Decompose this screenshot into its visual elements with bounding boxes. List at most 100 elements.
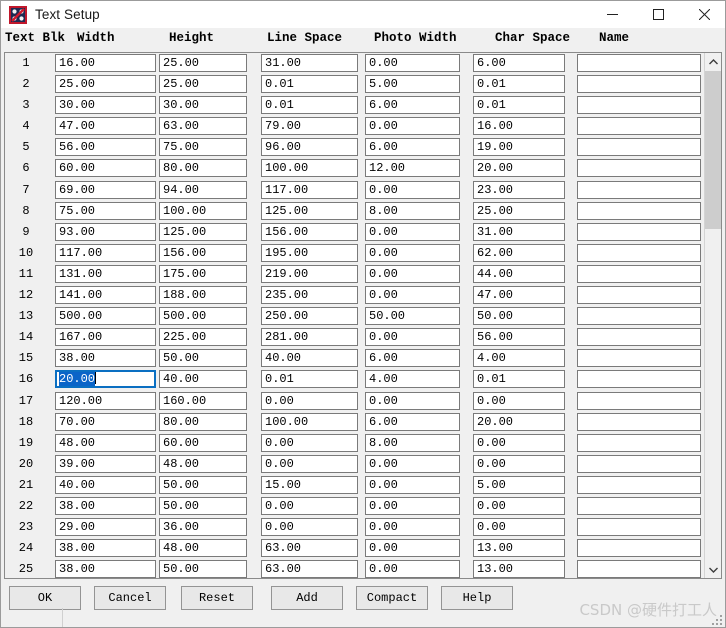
cell-width-row-3[interactable]: 30.00 — [55, 96, 156, 115]
cell-line-space-row-21[interactable]: 15.00 — [261, 475, 358, 494]
cell-line-space-row-10[interactable]: 195.00 — [261, 243, 358, 262]
cell-line-space-row-23[interactable]: 0.00 — [261, 518, 358, 537]
cell-width-row-21[interactable]: 40.00 — [55, 475, 156, 494]
cell-photo-width-row-5[interactable]: 6.00 — [365, 138, 460, 157]
cell-name-row-4[interactable] — [577, 117, 701, 136]
minimize-button[interactable] — [589, 1, 635, 28]
cancel-button[interactable]: Cancel — [94, 586, 166, 610]
cell-height-row-17[interactable]: 160.00 — [159, 391, 247, 410]
cell-char-space-row-19[interactable]: 0.00 — [473, 433, 565, 452]
cell-name-row-10[interactable] — [577, 243, 701, 262]
cell-photo-width-row-19[interactable]: 8.00 — [365, 433, 460, 452]
cell-char-space-row-7[interactable]: 23.00 — [473, 180, 565, 199]
cell-width-row-14[interactable]: 167.00 — [55, 328, 156, 347]
cell-photo-width-row-15[interactable]: 6.00 — [365, 349, 460, 368]
cell-line-space-row-3[interactable]: 0.01 — [261, 96, 358, 115]
cell-height-row-5[interactable]: 75.00 — [159, 138, 247, 157]
cell-photo-width-row-11[interactable]: 0.00 — [365, 264, 460, 283]
cell-photo-width-row-22[interactable]: 0.00 — [365, 496, 460, 515]
cell-line-space-row-18[interactable]: 100.00 — [261, 412, 358, 431]
cell-width-row-15[interactable]: 38.00 — [55, 349, 156, 368]
scrollbar-thumb[interactable] — [705, 71, 721, 229]
add-button[interactable]: Add — [271, 586, 343, 610]
cell-char-space-row-5[interactable]: 19.00 — [473, 138, 565, 157]
cell-line-space-row-19[interactable]: 0.00 — [261, 433, 358, 452]
close-button[interactable] — [681, 1, 725, 28]
cell-name-row-3[interactable] — [577, 96, 701, 115]
cell-height-row-10[interactable]: 156.00 — [159, 243, 247, 262]
maximize-button[interactable] — [635, 1, 681, 28]
cell-photo-width-row-9[interactable]: 0.00 — [365, 222, 460, 241]
cell-photo-width-row-18[interactable]: 6.00 — [365, 412, 460, 431]
cell-char-space-row-15[interactable]: 4.00 — [473, 349, 565, 368]
compact-button[interactable]: Compact — [356, 586, 428, 610]
cell-height-row-6[interactable]: 80.00 — [159, 159, 247, 178]
cell-line-space-row-1[interactable]: 31.00 — [261, 54, 358, 72]
cell-photo-width-row-1[interactable]: 0.00 — [365, 54, 460, 72]
cell-photo-width-row-16[interactable]: 4.00 — [365, 370, 460, 389]
cell-height-row-14[interactable]: 225.00 — [159, 328, 247, 347]
cell-width-row-10[interactable]: 117.00 — [55, 243, 156, 262]
cell-photo-width-row-4[interactable]: 0.00 — [365, 117, 460, 136]
reset-button[interactable]: Reset — [181, 586, 253, 610]
cell-char-space-row-24[interactable]: 13.00 — [473, 539, 565, 558]
cell-name-row-7[interactable] — [577, 180, 701, 199]
cell-line-space-row-8[interactable]: 125.00 — [261, 201, 358, 220]
cell-photo-width-row-8[interactable]: 8.00 — [365, 201, 460, 220]
cell-photo-width-row-20[interactable]: 0.00 — [365, 454, 460, 473]
cell-width-row-24[interactable]: 38.00 — [55, 539, 156, 558]
cell-name-row-20[interactable] — [577, 454, 701, 473]
cell-photo-width-row-21[interactable]: 0.00 — [365, 475, 460, 494]
cell-width-row-22[interactable]: 38.00 — [55, 496, 156, 515]
cell-photo-width-row-14[interactable]: 0.00 — [365, 328, 460, 347]
cell-line-space-row-11[interactable]: 219.00 — [261, 264, 358, 283]
cell-name-row-17[interactable] — [577, 391, 701, 410]
help-button[interactable]: Help — [441, 586, 513, 610]
cell-name-row-11[interactable] — [577, 264, 701, 283]
cell-photo-width-row-13[interactable]: 50.00 — [365, 307, 460, 326]
cell-photo-width-row-23[interactable]: 0.00 — [365, 518, 460, 537]
cell-width-row-9[interactable]: 93.00 — [55, 222, 156, 241]
cell-line-space-row-25[interactable]: 63.00 — [261, 560, 358, 578]
cell-char-space-row-2[interactable]: 0.01 — [473, 75, 565, 94]
cell-line-space-row-15[interactable]: 40.00 — [261, 349, 358, 368]
cell-height-row-3[interactable]: 30.00 — [159, 96, 247, 115]
cell-name-row-22[interactable] — [577, 496, 701, 515]
cell-char-space-row-14[interactable]: 56.00 — [473, 328, 565, 347]
cell-name-row-12[interactable] — [577, 286, 701, 305]
cell-name-row-14[interactable] — [577, 328, 701, 347]
cell-char-space-row-25[interactable]: 13.00 — [473, 560, 565, 578]
cell-char-space-row-16[interactable]: 0.01 — [473, 370, 565, 389]
resize-grip-icon[interactable] — [710, 613, 722, 625]
cell-width-row-2[interactable]: 25.00 — [55, 75, 156, 94]
cell-height-row-22[interactable]: 50.00 — [159, 496, 247, 515]
cell-line-space-row-14[interactable]: 281.00 — [261, 328, 358, 347]
cell-name-row-13[interactable] — [577, 307, 701, 326]
cell-name-row-9[interactable] — [577, 222, 701, 241]
cell-height-row-4[interactable]: 63.00 — [159, 117, 247, 136]
cell-name-row-2[interactable] — [577, 75, 701, 94]
cell-name-row-21[interactable] — [577, 475, 701, 494]
cell-height-row-7[interactable]: 94.00 — [159, 180, 247, 199]
cell-name-row-15[interactable] — [577, 349, 701, 368]
cell-width-row-4[interactable]: 47.00 — [55, 117, 156, 136]
cell-width-row-19[interactable]: 48.00 — [55, 433, 156, 452]
cell-width-row-16[interactable]: 20.00 — [55, 370, 156, 389]
cell-width-row-18[interactable]: 70.00 — [55, 412, 156, 431]
cell-width-row-8[interactable]: 75.00 — [55, 201, 156, 220]
cell-char-space-row-11[interactable]: 44.00 — [473, 264, 565, 283]
cell-char-space-row-6[interactable]: 20.00 — [473, 159, 565, 178]
cell-char-space-row-4[interactable]: 16.00 — [473, 117, 565, 136]
cell-line-space-row-6[interactable]: 100.00 — [261, 159, 358, 178]
cell-width-row-20[interactable]: 39.00 — [55, 454, 156, 473]
cell-name-row-19[interactable] — [577, 433, 701, 452]
cell-line-space-row-17[interactable]: 0.00 — [261, 391, 358, 410]
cell-line-space-row-16[interactable]: 0.01 — [261, 370, 358, 389]
cell-name-row-25[interactable] — [577, 560, 701, 578]
cell-name-row-16[interactable] — [577, 370, 701, 389]
cell-line-space-row-13[interactable]: 250.00 — [261, 307, 358, 326]
cell-photo-width-row-25[interactable]: 0.00 — [365, 560, 460, 578]
cell-line-space-row-7[interactable]: 117.00 — [261, 180, 358, 199]
cell-height-row-23[interactable]: 36.00 — [159, 518, 247, 537]
cell-height-row-21[interactable]: 50.00 — [159, 475, 247, 494]
